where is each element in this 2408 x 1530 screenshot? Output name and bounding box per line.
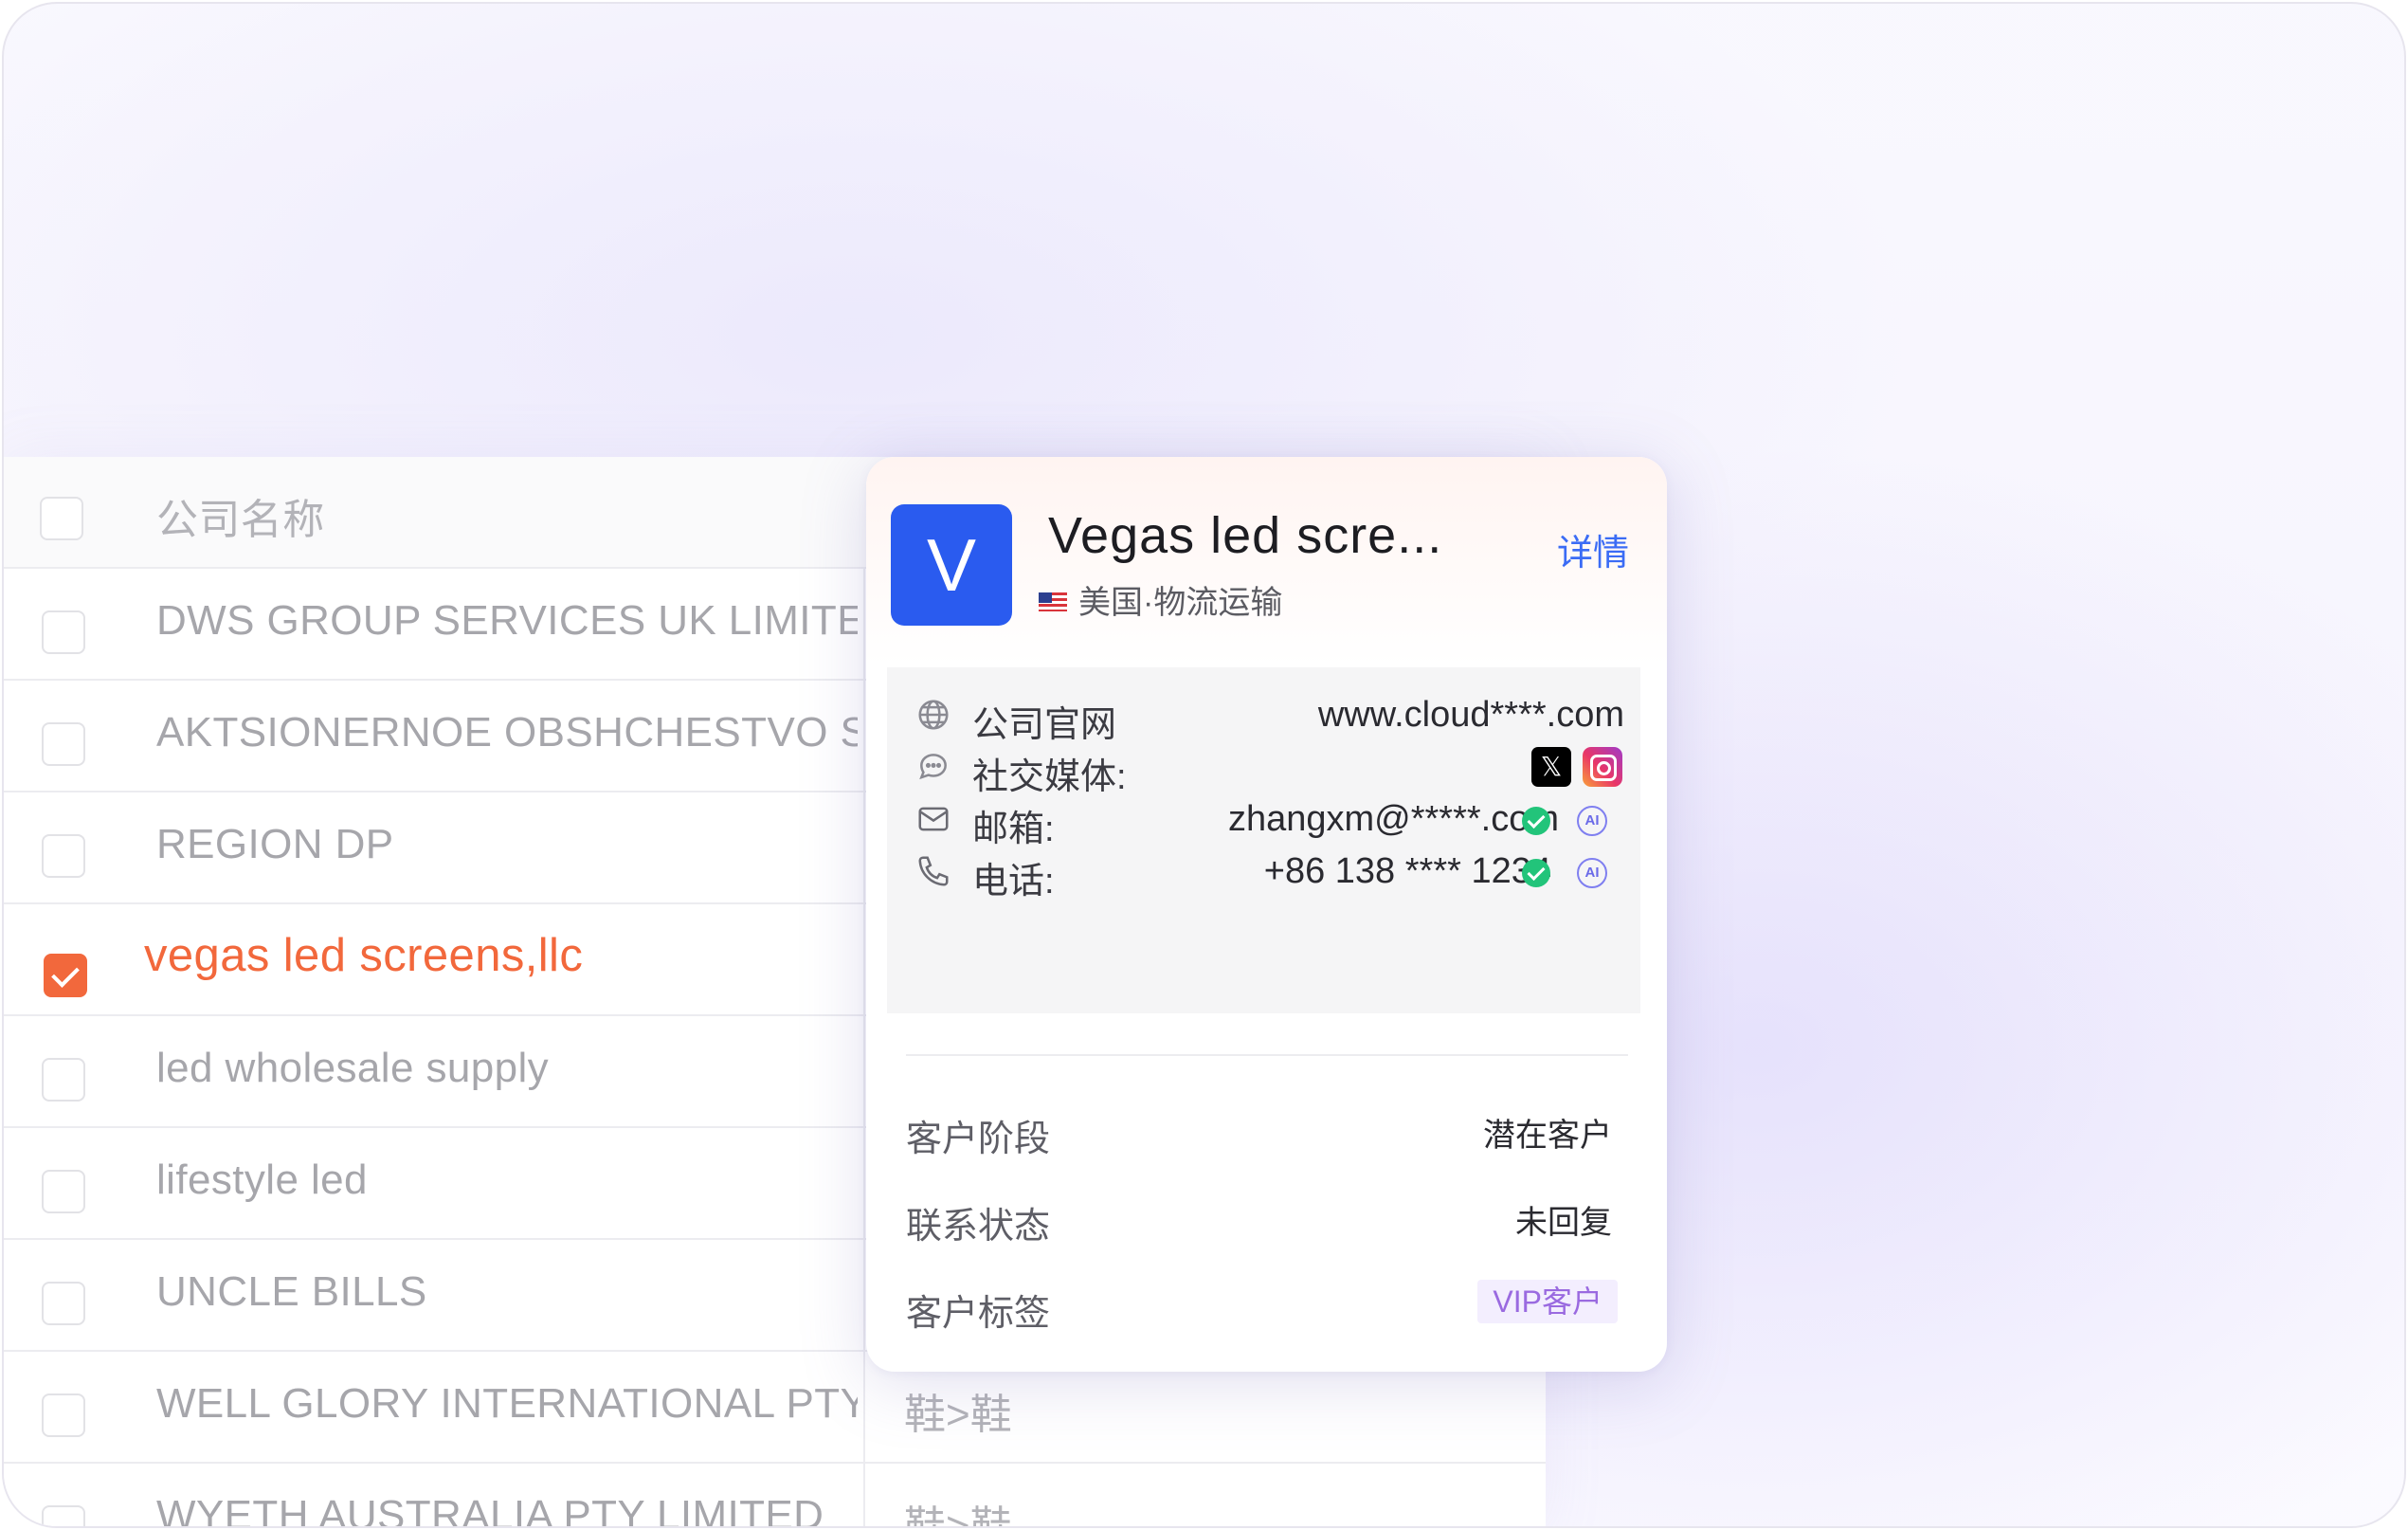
company-name: AKTSIONERNOE OBSHCHESTVO S: [156, 709, 858, 756]
phone-icon: [918, 856, 949, 886]
customer-tag-row: 客户标签 VIP客户: [866, 1276, 1667, 1334]
company-name: UNCLE BILLS: [156, 1268, 427, 1315]
x-twitter-icon[interactable]: 𝕏: [1531, 747, 1571, 787]
company-name: WYETH AUSTRALIA PTY LIMITED: [156, 1492, 824, 1528]
company-name: REGION DP: [156, 821, 394, 867]
company-name: lifestyle led: [156, 1157, 368, 1203]
company-name: WELL GLORY INTERNATIONAL PTY: [156, 1380, 858, 1427]
contact-info-box: 公司官网 www.cloud****.com 社交媒体: 𝕏 邮箱: zhang…: [887, 667, 1640, 1013]
row-checkbox[interactable]: [42, 1393, 85, 1437]
ai-icon[interactable]: AI: [1577, 806, 1607, 836]
screenshot-frame: 公司名称 DWS GROUP SERVICES UK LIMITE AKTSIO…: [2, 2, 2406, 1528]
table-row[interactable]: WYETH AUSTRALIA PTY LIMITED 鞋>鞋: [4, 1464, 1546, 1528]
mail-icon: [918, 807, 949, 831]
website-value[interactable]: www.cloud****.com: [1318, 695, 1624, 736]
contact-status-label: 联系状态: [906, 1207, 1051, 1247]
verified-check-icon: [1522, 859, 1550, 887]
company-name: led wholesale supply: [156, 1045, 550, 1091]
globe-icon: [918, 700, 949, 730]
phone-row: 电话: +86 138 **** 1234 AI: [887, 838, 1640, 904]
detail-link[interactable]: 详情: [1557, 523, 1629, 575]
row-checkbox[interactable]: [42, 722, 85, 766]
phone-value[interactable]: +86 138 **** 1234: [1264, 851, 1551, 892]
us-flag-icon: [1039, 592, 1067, 611]
company-meta: 美国·物流运输: [1039, 576, 1282, 623]
country-industry: 美国·物流运输: [1078, 585, 1283, 621]
contact-status-value: 未回复: [1515, 1205, 1612, 1241]
column-header-company-name: 公司名称: [156, 497, 325, 543]
company-name: DWS GROUP SERVICES UK LIMITE: [156, 597, 858, 644]
vip-tag-badge: VIP客户: [1477, 1280, 1618, 1323]
email-value[interactable]: zhangxm@*****.com: [1228, 799, 1559, 840]
ai-icon[interactable]: AI: [1577, 858, 1607, 888]
customer-stage-row: 客户阶段 潜在客户: [866, 1102, 1667, 1159]
phone-label: 电话:: [972, 862, 1055, 902]
row-checkbox[interactable]: [42, 1058, 85, 1102]
row-checkbox-checked[interactable]: [44, 954, 87, 997]
row-checkbox[interactable]: [42, 1282, 85, 1325]
select-all-checkbox[interactable]: [40, 497, 83, 540]
company-logo: V: [891, 504, 1012, 626]
customer-stage-label: 客户阶段: [906, 1120, 1051, 1159]
instagram-icon[interactable]: [1583, 747, 1622, 787]
chat-icon: [919, 754, 947, 780]
industry-cell: 鞋>鞋: [904, 1503, 1012, 1528]
verified-check-icon: [1522, 807, 1550, 835]
customer-stage-value: 潜在客户: [1483, 1118, 1612, 1154]
company-title: Vegas led scre...: [1048, 507, 1443, 564]
row-checkbox[interactable]: [42, 610, 85, 654]
company-name[interactable]: vegas led screens,llc: [144, 929, 845, 982]
industry-cell: 鞋>鞋: [904, 1392, 1012, 1438]
row-checkbox[interactable]: [42, 1170, 85, 1213]
row-checkbox[interactable]: [42, 1505, 85, 1526]
divider: [906, 1054, 1628, 1056]
customer-tag-label: 客户标签: [906, 1294, 1051, 1334]
row-checkbox[interactable]: [42, 834, 85, 878]
contact-status-row: 联系状态 未回复: [866, 1189, 1667, 1247]
company-detail-card: V Vegas led scre... 详情 美国·物流运输 公司官网 www.…: [866, 457, 1667, 1372]
